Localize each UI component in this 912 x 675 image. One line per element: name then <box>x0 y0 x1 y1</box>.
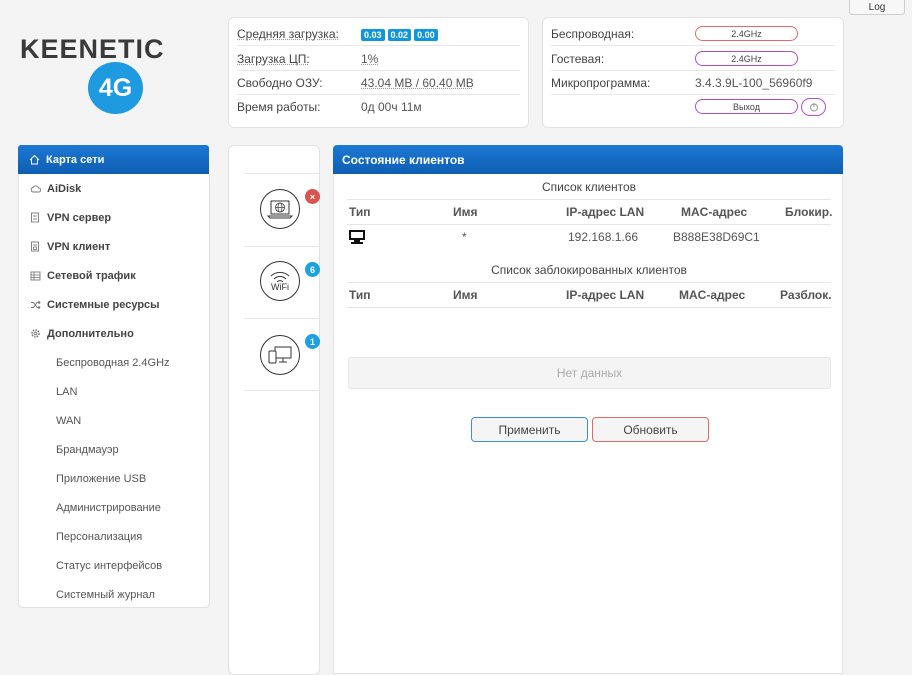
brand-4g-badge: 4G <box>88 62 143 114</box>
laptop-globe-icon <box>266 200 294 219</box>
load-values: 0.03 0.02 0.00 <box>361 27 441 41</box>
uptime-value: 0д 00ч 11м <box>361 99 422 114</box>
col-name: Имя <box>453 288 478 302</box>
wireless-label: Беспроводная: <box>551 26 635 41</box>
gear-icon <box>29 328 41 340</box>
sidebar-sub-wireless[interactable]: Беспроводная 2.4GHz <box>56 348 170 377</box>
no-data-placeholder: Нет данных <box>348 357 831 389</box>
col-ip: IP-адрес LAN <box>566 288 645 302</box>
sidebar-sub-usb-app[interactable]: Приложение USB <box>56 464 146 493</box>
device-map-column: × WiFi 6 1 <box>228 145 320 675</box>
wifi-label: WiFi <box>271 281 289 292</box>
wireless-row: Беспроводная: 2.4GHz <box>551 22 835 46</box>
clients-count-badge: 1 <box>305 334 320 349</box>
log-button[interactable]: Log <box>849 0 905 15</box>
sidebar-sub-interface-status[interactable]: Статус интерфейсов <box>56 551 162 580</box>
brand-logo-text: KEENETIC <box>20 34 165 64</box>
sidebar-item-label: Дополнительно <box>47 327 134 340</box>
clients-panel: Список клиентов Тип Имя IP-адрес LAN MAC… <box>333 174 843 674</box>
load-5min-badge: 0.02 <box>387 28 412 41</box>
ram-value: 43.04 MB / 60.40 MB <box>361 75 474 90</box>
sidebar-sub-system-log[interactable]: Системный журнал <box>56 580 155 609</box>
load-15min-badge: 0.00 <box>414 28 438 41</box>
logout-row: Выход <box>551 95 835 118</box>
panel-title: Состояние клиентов <box>333 145 843 174</box>
sidebar-sub-administration[interactable]: Администрирование <box>56 493 161 522</box>
col-mac: MAC-адрес <box>679 288 746 302</box>
sidebar-item-label: VPN клиент <box>47 240 111 253</box>
guest-row: Гостевая: 2.4GHz <box>551 47 835 71</box>
uptime-label: Время работы: <box>237 99 321 114</box>
firmware-value: 3.4.3.9L-100_56960f9 <box>695 75 813 90</box>
firmware-label: Микропрограмма: <box>551 75 651 90</box>
sidebar-item-aidisk[interactable]: AiDisk <box>19 174 210 203</box>
col-block: Блокир. <box>785 205 833 219</box>
wireless-band-button[interactable]: 2.4GHz <box>695 26 798 41</box>
sidebar-item-network-map[interactable]: Карта сети <box>18 145 209 174</box>
internet-error-badge: × <box>305 189 320 204</box>
power-icon <box>809 102 818 111</box>
apply-button[interactable]: Применить <box>471 417 588 442</box>
wifi-count-badge: 6 <box>305 262 320 277</box>
col-mac: MAC-адрес <box>681 205 748 219</box>
client-name: * <box>462 230 467 244</box>
cpu-label[interactable]: Загрузка ЦП: <box>237 52 361 66</box>
col-unblock: Разблок. <box>780 288 832 302</box>
cpu-row: Загрузка ЦП: 1% <box>237 47 520 71</box>
refresh-button[interactable]: Обновить <box>592 417 709 442</box>
vpn-client-icon <box>29 241 41 253</box>
guest-band-button[interactable]: 2.4GHz <box>695 51 798 66</box>
sidebar-item-traffic[interactable]: Сетевой трафик <box>19 261 210 290</box>
sidebar-item-advanced[interactable]: Дополнительно <box>19 319 210 348</box>
traffic-icon <box>29 270 41 282</box>
sidebar-item-label: VPN сервер <box>47 211 112 224</box>
wifi-icon <box>270 271 290 282</box>
load-1min-badge: 0.03 <box>361 28 385 41</box>
client-mac: B888E38D69C1 <box>673 230 760 244</box>
wifi-status-button[interactable]: WiFi <box>260 261 300 301</box>
sidebar-sub-wan[interactable]: WAN <box>56 406 81 435</box>
internet-status-button[interactable] <box>260 189 300 229</box>
sidebar-sub-personalization[interactable]: Персонализация <box>56 522 142 551</box>
home-icon <box>28 154 40 166</box>
col-ip: IP-адрес LAN <box>566 205 645 219</box>
ram-label: Свободно ОЗУ: <box>237 75 323 90</box>
sidebar-item-vpn-client[interactable]: VPN клиент <box>19 232 210 261</box>
clients-status-button[interactable] <box>260 335 300 375</box>
uptime-row: Время работы: 0д 00ч 11м <box>237 95 520 118</box>
sidebar-item-label: Карта сети <box>46 153 105 166</box>
cpu-value: 1% <box>361 51 379 66</box>
sidebar-item-system-resources[interactable]: Системные ресурсы <box>19 290 210 319</box>
sidebar-sub-firewall[interactable]: Брандмауэр <box>56 435 119 464</box>
col-name: Имя <box>453 205 478 219</box>
shuffle-icon <box>29 299 41 311</box>
sidebar-item-label: Сетевой трафик <box>47 269 136 282</box>
sidebar-sub-lan[interactable]: LAN <box>56 377 77 406</box>
vpn-server-icon <box>29 212 41 224</box>
ram-row: Свободно ОЗУ: 43.04 MB / 60.40 MB <box>237 71 520 95</box>
col-type: Тип <box>349 288 371 302</box>
client-ip: 192.168.1.66 <box>568 230 639 244</box>
power-button[interactable] <box>801 97 826 116</box>
sidebar-item-label: AiDisk <box>47 182 82 195</box>
wireless-status-card: Беспроводная: 2.4GHz Гостевая: 2.4GHz Ми… <box>542 17 844 128</box>
blocked-table-header: Тип Имя IP-адрес LAN MAC-адрес Разблок. <box>347 282 832 308</box>
sidebar-menu: AiDisk VPN сервер VPN клиент Сетевой тра… <box>18 174 210 608</box>
guest-label: Гостевая: <box>551 51 605 66</box>
cloud-icon <box>29 183 41 195</box>
devices-icon <box>268 346 292 364</box>
col-type: Тип <box>349 205 371 219</box>
sidebar-item-label: Системные ресурсы <box>47 298 160 311</box>
firmware-row: Микропрограмма: 3.4.3.9L-100_56960f9 <box>551 71 835 95</box>
logout-button[interactable]: Выход <box>695 99 798 114</box>
clients-list-title: Список клиентов <box>541 180 637 194</box>
clients-table-header: Тип Имя IP-адрес LAN MAC-адрес Блокир. <box>347 199 833 225</box>
load-label: Средняя загрузка: <box>237 26 339 41</box>
blocked-list-title: Список заблокированных клиентов <box>491 263 687 277</box>
desktop-icon <box>348 225 366 249</box>
table-row[interactable]: * 192.168.1.66 B888E38D69C1 <box>347 225 831 249</box>
sidebar-item-vpn-server[interactable]: VPN сервер <box>19 203 210 232</box>
system-status-card: Средняя загрузка: 0.03 0.02 0.00 Загрузка … <box>228 17 529 128</box>
load-row: Средняя загрузка: 0.03 0.02 0.00 <box>237 22 520 46</box>
